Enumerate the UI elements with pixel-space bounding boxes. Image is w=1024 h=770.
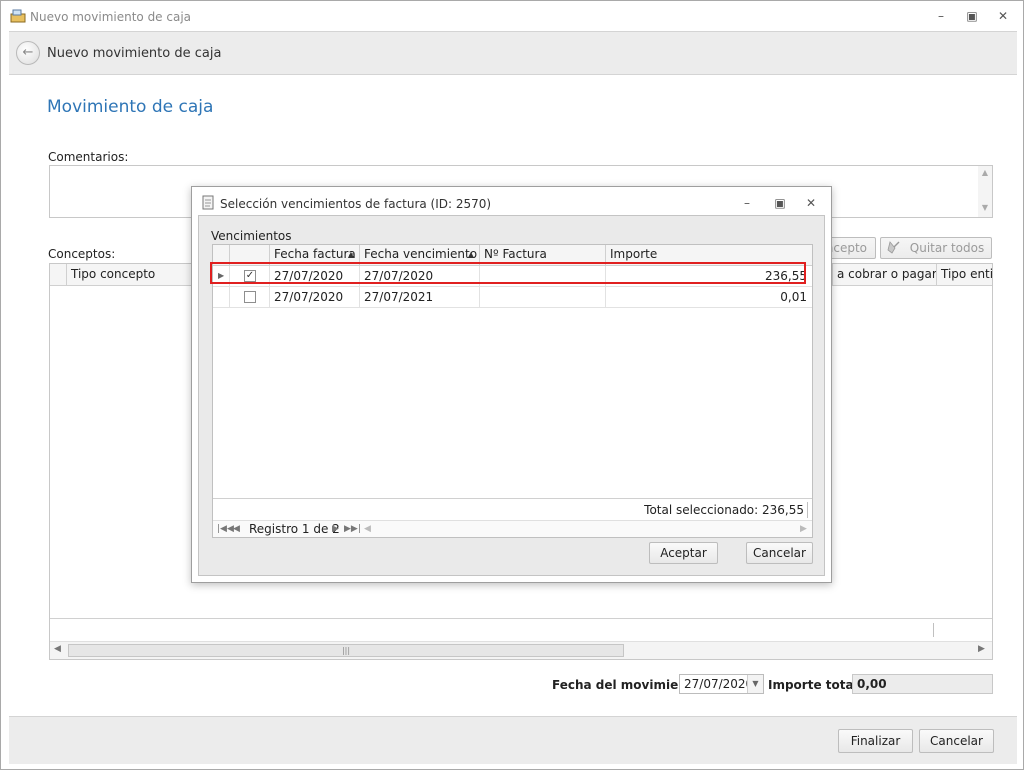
header-bar: ← Nuevo movimiento de caja: [9, 31, 1017, 75]
finish-button[interactable]: Finalizar: [838, 729, 913, 753]
invoice-due-dialog: Selección vencimientos de factura (ID: 2…: [191, 186, 832, 583]
title-bar: Nuevo movimiento de caja – ▣ ✕: [1, 1, 1023, 31]
bottom-bar: Finalizar Cancelar: [9, 716, 1017, 764]
accept-button[interactable]: Aceptar: [649, 542, 718, 564]
row-check-cell[interactable]: [229, 287, 269, 308]
grid-footer: [50, 618, 992, 640]
window-title: Nuevo movimiento de caja: [30, 10, 192, 24]
broom-icon: [887, 241, 900, 254]
dialog-grid-footer: Total seleccionado: 236,55: [213, 498, 812, 520]
col-tipo-entidad[interactable]: Tipo entida: [936, 264, 992, 286]
close-icon[interactable]: ✕: [994, 7, 1012, 25]
dialog-restore-icon[interactable]: ▣: [771, 194, 789, 212]
date-picker[interactable]: 27/07/2020 ▼: [679, 674, 764, 694]
document-icon: [202, 195, 214, 210]
remove-all-label: Quitar todos: [909, 241, 985, 255]
total-field: 0,00: [852, 674, 993, 694]
vencimientos-grid[interactable]: Fecha factura ▲ Fecha vencimiento ▲ Nº F…: [212, 244, 813, 538]
header-title: Nuevo movimiento de caja: [47, 46, 222, 61]
cell-fecha-vencimiento: 27/07/2021: [359, 287, 479, 308]
scroll-down-icon[interactable]: ▼: [978, 203, 992, 212]
minimize-icon[interactable]: –: [932, 7, 950, 25]
record-position: Registro 1 de 2: [249, 522, 340, 536]
record-navigator: |◀◀ ◀ Registro 1 de 2 ▶ ▶▶| ◀ ▶: [213, 520, 812, 537]
footer-divider: [933, 623, 934, 637]
back-arrow-icon[interactable]: ←: [16, 41, 40, 65]
concepts-label: Conceptos:: [48, 247, 116, 261]
next-record-icon[interactable]: ▶: [332, 521, 339, 538]
comments-label: Comentarios:: [48, 150, 129, 164]
table-row[interactable]: 27/07/2020 27/07/2021 0,01: [213, 287, 812, 308]
comments-scrollbar[interactable]: ▲ ▼: [978, 166, 992, 217]
row-checkbox[interactable]: [244, 291, 256, 303]
prev-record-icon[interactable]: ◀: [233, 521, 240, 538]
cancel-button[interactable]: Cancelar: [919, 729, 994, 753]
selected-row-highlight: [210, 262, 806, 284]
last-record-icon[interactable]: ▶▶|: [344, 521, 361, 538]
footer-divider: [807, 502, 808, 518]
scroll-up-icon[interactable]: ▲: [978, 168, 992, 177]
scroll-right-icon[interactable]: ▶: [978, 644, 985, 654]
date-value: 27/07/2020: [684, 677, 754, 691]
first-record-icon[interactable]: |◀◀: [217, 521, 234, 538]
dialog-cancel-button[interactable]: Cancelar: [746, 542, 813, 564]
scroll-right-icon[interactable]: ▶: [800, 521, 807, 538]
vencimientos-label: Vencimientos: [211, 229, 292, 243]
col-fecha-vencimiento-label: Fecha vencimiento: [364, 247, 478, 261]
remove-all-button[interactable]: Quitar todos: [880, 237, 992, 259]
total-value: 0,00: [857, 677, 887, 691]
dialog-close-icon[interactable]: ✕: [802, 194, 820, 212]
cell-importe: 0,01: [605, 287, 812, 308]
page-title: Movimiento de caja: [47, 97, 214, 117]
dialog-title: Selección vencimientos de factura (ID: 2…: [220, 197, 492, 211]
restore-icon[interactable]: ▣: [963, 7, 981, 25]
cash-register-icon: [10, 9, 26, 23]
total-label: Importe total:: [768, 678, 863, 692]
cell-fecha-factura: 27/07/2020: [269, 287, 359, 308]
dropdown-arrow-icon[interactable]: ▼: [747, 675, 763, 693]
horizontal-scrollbar[interactable]: ◀ ||| ▶: [50, 641, 992, 659]
cell-n-factura: [479, 287, 605, 308]
col-a-cobrar-pagar[interactable]: a cobrar o pagar: [832, 264, 936, 286]
total-selected: Total seleccionado: 236,55: [644, 503, 804, 517]
scroll-left-icon[interactable]: ◀: [54, 644, 61, 654]
dialog-minimize-icon[interactable]: –: [738, 194, 756, 212]
scroll-thumb[interactable]: |||: [68, 644, 624, 657]
col-fecha-factura-label: Fecha factura: [274, 247, 356, 261]
scroll-left-icon[interactable]: ◀: [364, 521, 371, 538]
